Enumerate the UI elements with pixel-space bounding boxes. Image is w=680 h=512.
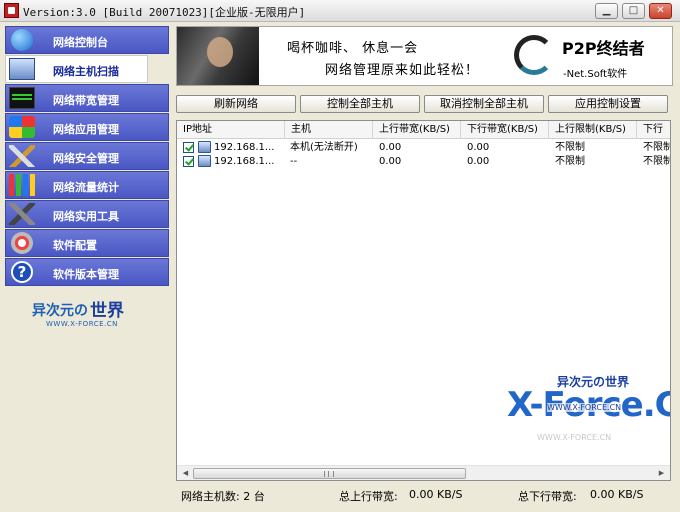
stats-icon [9, 174, 35, 196]
cell-upload-limit: 不限制 [555, 142, 585, 153]
host-checkbox[interactable] [183, 156, 194, 167]
watermark-logo: 异次元の世界 X-Force.CN WWW.X-FORCE.CN WWW.X-F… [507, 361, 670, 451]
title-bar: Version:3.0 [Build 20071023][企业版-无限用户] ▁… [0, 0, 680, 22]
cell-download-limit: 不限制 [643, 142, 671, 153]
sidebar-item-traffic-stats[interactable]: 网络流量统计 [5, 171, 169, 199]
brand-logo-url: WWW.X-FORCE.CN [46, 320, 118, 328]
cell-ip: 192.168.1... [214, 156, 275, 167]
horizontal-scrollbar[interactable]: ◀ ▶ [177, 465, 670, 480]
minimize-icon: ▁ [602, 5, 611, 16]
status-total-up-label: 总上行带宽: [339, 490, 398, 503]
column-header-upload-limit[interactable]: 上行限制(KB/S) [549, 121, 637, 139]
scroll-left-arrow-icon[interactable]: ◀ [179, 467, 192, 480]
maximize-icon: □ [628, 5, 639, 16]
sidebar-item-label: 网络实用工具 [53, 210, 119, 223]
product-subtitle: -Net.Soft软件 [563, 69, 628, 80]
sidebar: 网络控制台 网络主机扫描 网络带宽管理 网络应用管理 网络安全管理 网络流量统计… [5, 26, 169, 287]
sidebar-item-label: 网络控制台 [53, 36, 108, 49]
sidebar-item-label: 软件版本管理 [53, 268, 119, 281]
sidebar-item-utilities[interactable]: 网络实用工具 [5, 200, 169, 228]
sidebar-item-label: 网络流量统计 [53, 181, 119, 194]
tools-icon [9, 145, 35, 167]
cell-download: 0.00 [467, 142, 490, 153]
cell-upload: 0.00 [379, 156, 402, 167]
window-title: Version:3.0 [Build 20071023][企业版-无限用户] [23, 6, 306, 19]
app-icon [4, 3, 19, 18]
banner-photo [177, 27, 259, 85]
column-header-host[interactable]: 主机 [285, 121, 373, 139]
cell-host: -- [290, 156, 298, 167]
sidebar-item-apps[interactable]: 网络应用管理 [5, 113, 169, 141]
table-row[interactable]: 192.168.1... 本机(无法断开) 0.00 0.00 不限制 不限制 [177, 141, 670, 155]
sidebar-item-label: 网络主机扫描 [53, 65, 119, 78]
cell-upload-limit: 不限制 [555, 156, 585, 167]
cell-ip: 192.168.1... [214, 142, 275, 153]
sidebar-item-security[interactable]: 网络安全管理 [5, 142, 169, 170]
sidebar-item-label: 网络安全管理 [53, 152, 119, 165]
scroll-right-arrow-icon[interactable]: ▶ [655, 467, 668, 480]
maximize-button[interactable]: □ [622, 3, 645, 19]
banner: 喝杯咖啡、 休息一会 网络管理原来如此轻松！ P2P终结者 -Net.Soft软… [176, 26, 673, 86]
column-header-upload[interactable]: 上行带宽(KB/S) [373, 121, 461, 139]
refresh-network-button[interactable]: 刷新网络 [176, 95, 296, 113]
scrollbar-thumb[interactable] [193, 468, 466, 479]
cell-download-limit: 不限制 [643, 156, 671, 167]
column-header-download[interactable]: 下行带宽(KB/S) [461, 121, 549, 139]
cancel-control-all-button[interactable]: 取消控制全部主机 [424, 95, 544, 113]
sidebar-item-host-scan[interactable]: 网络主机扫描 [5, 55, 148, 83]
bandwidth-chart-icon [9, 87, 35, 109]
status-total-down-value: 0.00 KB/S [590, 488, 644, 501]
sidebar-item-network-console[interactable]: 网络控制台 [5, 26, 169, 54]
sidebar-item-version[interactable]: ? 软件版本管理 [5, 258, 169, 286]
banner-slogan-line2: 网络管理原来如此轻松！ [325, 63, 480, 78]
banner-slogan-line1: 喝杯咖啡、 休息一会 [287, 41, 419, 56]
brand-logo-part1: 异次元の [32, 303, 88, 319]
utility-tools-icon [9, 203, 35, 225]
globe-icon [11, 29, 33, 51]
computer-icon [198, 141, 211, 153]
host-list[interactable]: IP地址 主机 上行带宽(KB/S) 下行带宽(KB/S) 上行限制(KB/S)… [176, 120, 671, 481]
status-total-down-label: 总下行带宽: [518, 490, 577, 503]
cell-upload: 0.00 [379, 142, 402, 153]
close-icon: ✕ [656, 5, 665, 16]
sidebar-item-label: 软件配置 [53, 239, 97, 252]
config-icon [11, 232, 33, 254]
host-checkbox[interactable] [183, 142, 194, 153]
monitor-icon [9, 58, 35, 80]
cell-download: 0.00 [467, 156, 490, 167]
watermark-ghost: WWW.X-FORCE.CN [537, 433, 612, 442]
watermark-url: WWW.X-FORCE.CN [547, 403, 622, 412]
close-button[interactable]: ✕ [649, 3, 672, 19]
brand-logo: 异次元の 世界 WWW.X-FORCE.CN [32, 296, 142, 332]
cell-host: 本机(无法断开) [290, 142, 358, 153]
sidebar-item-label: 网络带宽管理 [53, 94, 119, 107]
sidebar-item-label: 网络应用管理 [53, 123, 119, 136]
apps-icon [9, 116, 35, 138]
table-row[interactable]: 192.168.1... -- 0.00 0.00 不限制 不限制 [177, 155, 670, 169]
status-host-count: 网络主机数: 2 台 [181, 490, 265, 503]
product-logo-icon [514, 35, 554, 75]
host-list-header: IP地址 主机 上行带宽(KB/S) 下行带宽(KB/S) 上行限制(KB/S)… [177, 121, 670, 139]
product-name: P2P终结者 [562, 39, 645, 58]
sidebar-item-bandwidth[interactable]: 网络带宽管理 [5, 84, 169, 112]
help-icon: ? [11, 261, 33, 283]
apply-control-settings-button[interactable]: 应用控制设置 [548, 95, 668, 113]
control-all-hosts-button[interactable]: 控制全部主机 [300, 95, 420, 113]
sidebar-item-config[interactable]: 软件配置 [5, 229, 169, 257]
minimize-button[interactable]: ▁ [595, 3, 618, 19]
status-total-up-value: 0.00 KB/S [409, 488, 463, 501]
column-header-download-limit[interactable]: 下行 [637, 121, 670, 139]
grip-icon [324, 471, 334, 477]
column-header-ip[interactable]: IP地址 [177, 121, 285, 139]
brand-logo-part2: 世界 [90, 301, 124, 321]
computer-icon [198, 155, 211, 167]
